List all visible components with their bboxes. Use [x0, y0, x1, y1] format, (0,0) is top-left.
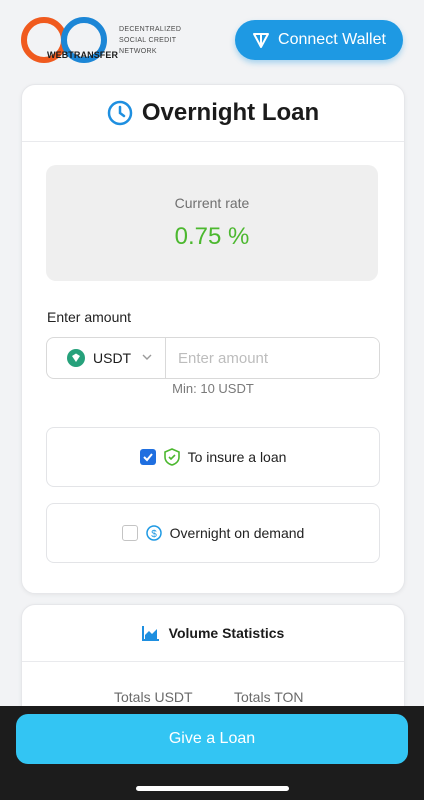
stats-column-header: Totals TON: [234, 689, 304, 705]
give-loan-button[interactable]: Give a Loan: [16, 714, 408, 764]
ton-diamond-icon: [253, 33, 270, 48]
connect-wallet-button[interactable]: Connect Wallet: [235, 20, 403, 60]
current-rate-panel: Current rate 0.75 %: [46, 165, 378, 281]
app-header: WEBTRANSFER DECENTRALIZED SOCIAL CREDIT …: [0, 0, 424, 84]
logo-text: WEBTRANSFER: [47, 50, 119, 60]
stats-header: Volume Statistics: [22, 605, 404, 662]
dollar-circle-icon: $: [145, 525, 162, 541]
bottom-action-bar: Give a Loan: [0, 706, 424, 800]
area-chart-icon: [141, 626, 159, 641]
insure-label: To insure a loan: [187, 449, 287, 465]
stats-title: Volume Statistics: [168, 625, 285, 641]
tagline-line: SOCIAL CREDIT: [119, 37, 177, 44]
currency-label: USDT: [93, 350, 132, 366]
stats-column-header: Totals USDT: [114, 689, 193, 705]
overnight-loan-card: Overnight Loan Current rate 0.75 % Enter…: [21, 84, 405, 594]
home-indicator[interactable]: [136, 786, 289, 791]
shield-check-icon: [163, 448, 180, 466]
rate-label: Current rate: [174, 195, 250, 211]
chevron-down-icon: [142, 354, 152, 360]
connect-wallet-label: Connect Wallet: [278, 31, 386, 48]
tagline: DECENTRALIZED SOCIAL CREDIT NETWORK: [119, 24, 199, 57]
amount-input-group: USDT: [46, 337, 380, 379]
webtransfer-logo[interactable]: WEBTRANSFER: [20, 16, 118, 64]
card-header: Overnight Loan: [22, 85, 404, 142]
tagline-line: NETWORK: [119, 48, 157, 55]
amount-input[interactable]: [166, 338, 379, 378]
checkmark-icon: [142, 453, 153, 462]
usdt-icon: [67, 349, 85, 367]
amount-label: Enter amount: [47, 309, 132, 325]
on-demand-label: Overnight on demand: [169, 525, 305, 541]
tagline-line: DECENTRALIZED: [119, 26, 182, 33]
on-demand-checkbox[interactable]: [121, 525, 138, 541]
min-amount-hint: Min: 10 USDT: [172, 381, 254, 396]
clock-icon: [107, 100, 133, 126]
insure-loan-option[interactable]: To insure a loan: [46, 427, 380, 487]
currency-select[interactable]: USDT: [47, 338, 166, 378]
insure-checkbox[interactable]: [139, 449, 156, 465]
svg-text:$: $: [151, 529, 157, 540]
page-title: Overnight Loan: [141, 99, 320, 126]
on-demand-option[interactable]: $ Overnight on demand: [46, 503, 380, 563]
rate-value: 0.75 %: [174, 223, 250, 250]
